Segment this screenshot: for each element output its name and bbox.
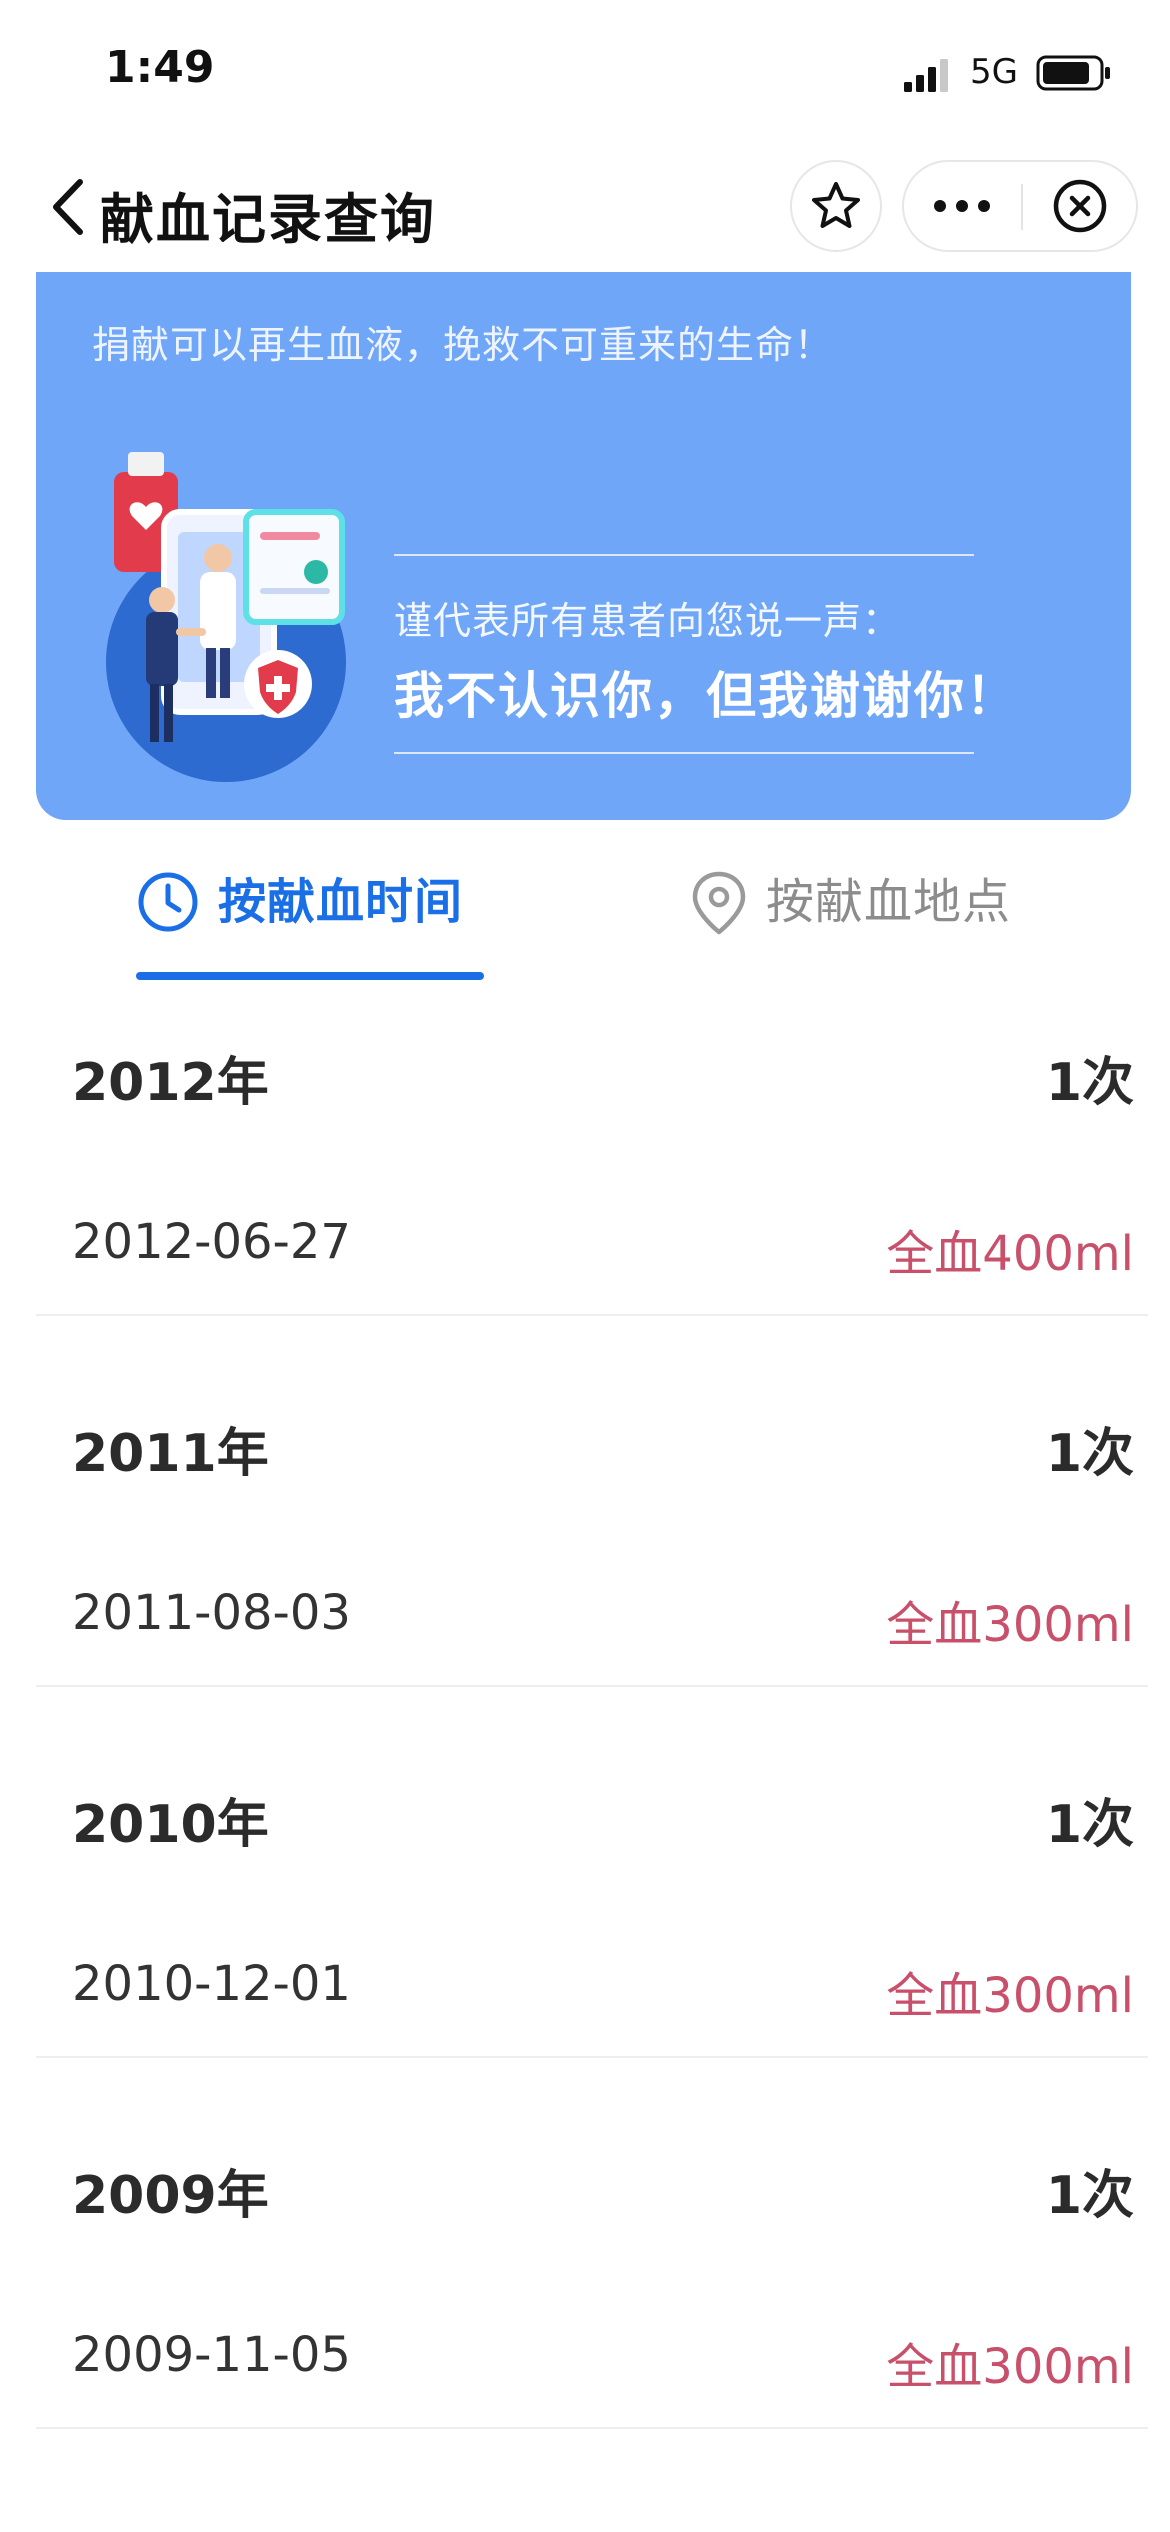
capsule-divider [1021, 184, 1023, 230]
record-date: 2009-11-05 [72, 2327, 351, 2383]
donation-records-list: 2012年 1次 2012-06-27 全血400ml 2011年 1次 201… [0, 1000, 1170, 2484]
back-chevron-icon[interactable] [44, 172, 94, 242]
year-group: 2011年 1次 2011-08-03 全血300ml [0, 1371, 1170, 1742]
record-amount: 全血300ml [886, 2339, 1134, 2395]
year-count: 1次 [1045, 1795, 1134, 1855]
clock-icon [138, 872, 198, 932]
year-group: 2010年 1次 2010-12-01 全血300ml [0, 1742, 1170, 2113]
favorite-button[interactable] [790, 160, 882, 252]
list-divider [36, 2427, 1148, 2429]
banner-slogan: 捐献可以再生血液，挽救不可重来的生命！ [92, 323, 834, 367]
banner-thanks-headline: 我不认识你，但我谢谢你！ [394, 667, 1018, 725]
more-button[interactable] [904, 162, 1020, 250]
location-pin-icon [692, 871, 746, 935]
sort-tabs: 按献血时间 按献血地点 [0, 830, 1170, 990]
star-icon [812, 182, 860, 228]
year-count: 1次 [1045, 1053, 1134, 1113]
close-button[interactable] [1024, 162, 1136, 250]
tab-by-time-label: 按献血时间 [218, 874, 464, 930]
network-type: 5G [970, 52, 1018, 92]
doctor-patient-illustration [106, 452, 346, 782]
list-divider [36, 1314, 1148, 1316]
record-amount: 全血400ml [886, 1226, 1134, 1282]
more-dots-icon [934, 200, 990, 212]
status-bar: 1:49 5G [0, 0, 1170, 150]
year-label: 2011年 [72, 1424, 269, 1484]
year-count: 1次 [1045, 1424, 1134, 1484]
year-count: 1次 [1045, 2166, 1134, 2226]
list-divider [36, 1685, 1148, 1687]
record-amount: 全血300ml [886, 1597, 1134, 1653]
banner-divider-top [394, 554, 974, 556]
donation-banner: 捐献可以再生血液，挽救不可重来的生命！ 谨代表所有患者向您说一声： 我不认识你， [36, 272, 1131, 820]
year-label: 2009年 [72, 2166, 269, 2226]
tab-by-location-label: 按献血地点 [766, 874, 1012, 930]
year-label: 2012年 [72, 1053, 269, 1113]
signal-icon [904, 59, 948, 92]
banner-divider-bottom [394, 752, 974, 754]
page-title: 献血记录查询 [100, 188, 436, 251]
year-group: 2009年 1次 2009-11-05 全血300ml [0, 2113, 1170, 2484]
status-time: 1:49 [105, 42, 215, 93]
close-circle-icon [1053, 179, 1107, 233]
banner-thanks-subtitle: 谨代表所有患者向您说一声： [394, 599, 902, 643]
mini-program-capsule [902, 160, 1138, 252]
tab-by-location[interactable]: 按献血地点 [690, 870, 1011, 980]
tab-by-time[interactable]: 按献血时间 [136, 870, 463, 980]
year-label: 2010年 [72, 1795, 269, 1855]
nav-bar: 献血记录查询 [0, 150, 1170, 270]
active-tab-indicator [136, 972, 484, 980]
record-date: 2010-12-01 [72, 1956, 351, 2012]
battery-icon [1036, 55, 1110, 91]
record-date: 2011-08-03 [72, 1585, 351, 1641]
list-divider [36, 2056, 1148, 2058]
year-group: 2012年 1次 2012-06-27 全血400ml [0, 1000, 1170, 1371]
record-date: 2012-06-27 [72, 1214, 351, 1270]
record-amount: 全血300ml [886, 1968, 1134, 2024]
